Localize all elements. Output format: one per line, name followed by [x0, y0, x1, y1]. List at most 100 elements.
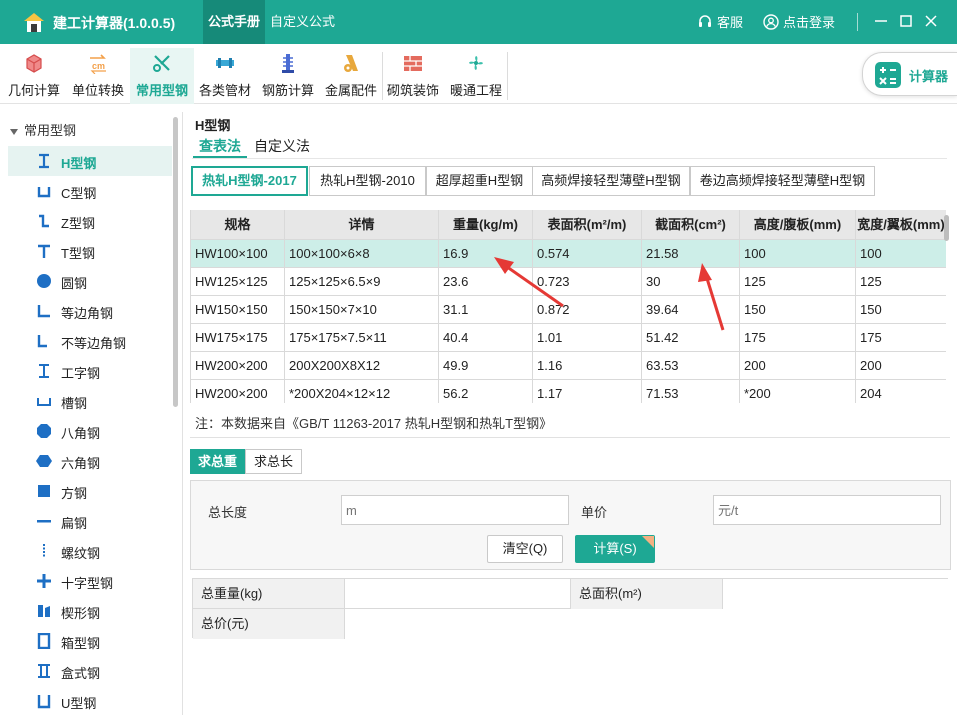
calculate-button[interactable]: 计算(S): [575, 535, 655, 563]
column-header[interactable]: 截面积(cm²): [642, 210, 740, 240]
table-cell: 0.872: [533, 296, 642, 324]
sidebar-item-unequal-angle[interactable]: 不等边角钢: [8, 326, 172, 356]
sidebar-item-h-beam[interactable]: H型钢: [8, 146, 172, 176]
table-cell: 200: [740, 352, 856, 380]
sidebar-item-wedge-section[interactable]: 楔形钢: [8, 596, 172, 626]
sidebar-item-c-channel[interactable]: C型钢: [8, 176, 172, 206]
price-input[interactable]: [713, 495, 941, 525]
sidebar-item-box-type[interactable]: 盒式钢: [8, 656, 172, 686]
length-input[interactable]: [341, 495, 569, 525]
clear-button[interactable]: 清空(Q): [487, 535, 563, 563]
sidebar-item-label: H型钢: [61, 156, 97, 171]
table-cell: *200X204×12×12: [285, 380, 439, 403]
login-button[interactable]: 点击登录: [763, 12, 835, 31]
column-header[interactable]: 表面积(m²/m): [533, 210, 642, 240]
brick-icon: [404, 56, 422, 71]
std-tab-hot-rolled-2017[interactable]: 热轧H型钢-2017: [191, 166, 308, 196]
h-beam-icon: [39, 153, 49, 169]
title-bar: 建工计算器(1.0.0.5) 公式手册 自定义公式 客服 点击登录: [0, 0, 957, 44]
square-bar-icon: [38, 485, 50, 497]
section-title: H型钢: [195, 118, 231, 133]
toolbar-label: 单位转换: [71, 83, 124, 98]
column-header[interactable]: 高度/腹板(mm): [740, 210, 856, 240]
length-label: 总长度: [208, 505, 248, 520]
sidebar-item-z-section[interactable]: Z型钢: [8, 206, 172, 236]
std-tab-hf-welded-lipped[interactable]: 卷边高频焊接轻型薄壁H型钢: [690, 166, 875, 196]
wedge-section-icon: [38, 605, 50, 617]
u-section-icon: [37, 695, 51, 709]
table-cell: 175: [740, 324, 856, 352]
sidebar-item-label: 螺纹钢: [61, 546, 101, 561]
table-cell: 39.64: [642, 296, 740, 324]
calculator-button[interactable]: 计算器: [862, 52, 957, 96]
sidebar-item-round-bar[interactable]: 圆钢: [8, 266, 172, 296]
tab-total-length[interactable]: 求总长: [245, 449, 302, 474]
tab-custom-method[interactable]: 自定义法: [248, 136, 316, 158]
toolbar-unit-convert[interactable]: cm 单位转换: [66, 48, 130, 104]
column-header[interactable]: 宽度/翼板(mm): [856, 210, 946, 240]
sidebar-item-label: 圆钢: [61, 276, 88, 291]
sidebar-item-label: T型钢: [61, 246, 95, 261]
tab-lookup-method[interactable]: 查表法: [193, 136, 247, 158]
column-header[interactable]: 重量(kg/m): [439, 210, 533, 240]
tab-total-weight[interactable]: 求总重: [190, 449, 245, 474]
collapse-triangle-icon: [10, 128, 18, 135]
table-cell: *200: [740, 380, 856, 403]
sidebar-item-square-bar[interactable]: 方钢: [8, 476, 172, 506]
tools-icon: [153, 55, 170, 72]
hexagon-bar-icon: [36, 455, 52, 467]
sidebar-root[interactable]: 常用型钢: [10, 120, 76, 139]
sidebar-item-label: 不等边角钢: [61, 336, 127, 351]
sidebar-item-cross-section[interactable]: 十字型钢: [8, 566, 172, 596]
toolbar-metal-fittings[interactable]: 金属配件: [319, 48, 383, 104]
sidebar-item-octagon-bar[interactable]: 八角钢: [8, 416, 172, 446]
maximize-icon[interactable]: [897, 12, 915, 30]
table-cell: 1.01: [533, 324, 642, 352]
toolbar-hvac[interactable]: 暖通工程: [444, 48, 508, 104]
toolbar-geometry[interactable]: 几何计算: [2, 48, 66, 104]
menu-custom-formula[interactable]: 自定义公式: [265, 0, 340, 44]
sidebar-item-t-section[interactable]: T型钢: [8, 236, 172, 266]
cm-convert-icon: cm: [90, 54, 106, 74]
login-label: 点击登录: [783, 15, 836, 30]
sidebar-item-equal-angle[interactable]: 等边角钢: [8, 296, 172, 326]
close-icon[interactable]: [922, 12, 940, 30]
toolbar-masonry[interactable]: 砌筑装饰: [381, 48, 445, 104]
sidebar-item-box-section[interactable]: 箱型钢: [8, 626, 172, 656]
sidebar: 常用型钢 H型钢 C型钢 Z型钢 T型钢圆钢等边角钢不等边角钢工字钢 槽钢 八角钢 六角钢方…: [0, 112, 183, 715]
column-header[interactable]: 详情: [285, 210, 439, 240]
i-beam-icon: [39, 364, 49, 378]
sidebar-item-flat-bar[interactable]: 扁钢: [8, 506, 172, 536]
sidebar-item-rebar-thread[interactable]: 螺纹钢: [8, 536, 172, 566]
table-cell: 51.42: [642, 324, 740, 352]
user-icon: [763, 13, 779, 30]
sidebar-item-u-section[interactable]: U型钢: [8, 686, 172, 715]
table-cell: 0.574: [533, 240, 642, 268]
table-cell: 150: [740, 296, 856, 324]
std-tab-hot-rolled-2010[interactable]: 热轧H型钢-2010: [309, 166, 426, 196]
sidebar-item-channel[interactable]: 槽钢: [8, 386, 172, 416]
support-button[interactable]: 客服: [697, 12, 743, 31]
table-cell: 175×175×7.5×11: [285, 324, 439, 352]
menu-formula-handbook[interactable]: 公式手册: [203, 0, 266, 44]
sidebar-item-hexagon-bar[interactable]: 六角钢: [8, 446, 172, 476]
box-type-icon: [38, 664, 50, 678]
toolbar-common-steel[interactable]: 常用型钢: [130, 48, 194, 104]
sidebar-root-label: 常用型钢: [24, 123, 77, 138]
octagon-bar-icon: [37, 424, 51, 438]
std-tab-hf-welded[interactable]: 高频焊接轻型薄壁H型钢: [532, 166, 690, 196]
toolbar: 几何计算 cm 单位转换 常用型钢 各类管材 钢筋计算 金属配件 砌筑装饰 暖通…: [0, 44, 957, 104]
table-scrollbar[interactable]: [944, 215, 949, 241]
toolbar-rebar[interactable]: 钢筋计算: [256, 48, 320, 104]
sidebar-item-label: 等边角钢: [61, 306, 114, 321]
equal-angle-icon: [37, 305, 50, 318]
toolbar-pipes[interactable]: 各类管材: [193, 48, 257, 104]
minimize-icon[interactable]: [872, 12, 890, 30]
sidebar-item-i-beam[interactable]: 工字钢: [8, 356, 172, 386]
column-header[interactable]: 规格: [191, 210, 285, 240]
std-tab-extra-thick[interactable]: 超厚超重H型钢: [426, 166, 533, 196]
table-cell: HW125×125: [191, 268, 285, 296]
title-divider: [857, 13, 858, 31]
sidebar-scrollbar[interactable]: [173, 117, 178, 407]
total-weight-label: 总重量(kg): [193, 579, 345, 609]
